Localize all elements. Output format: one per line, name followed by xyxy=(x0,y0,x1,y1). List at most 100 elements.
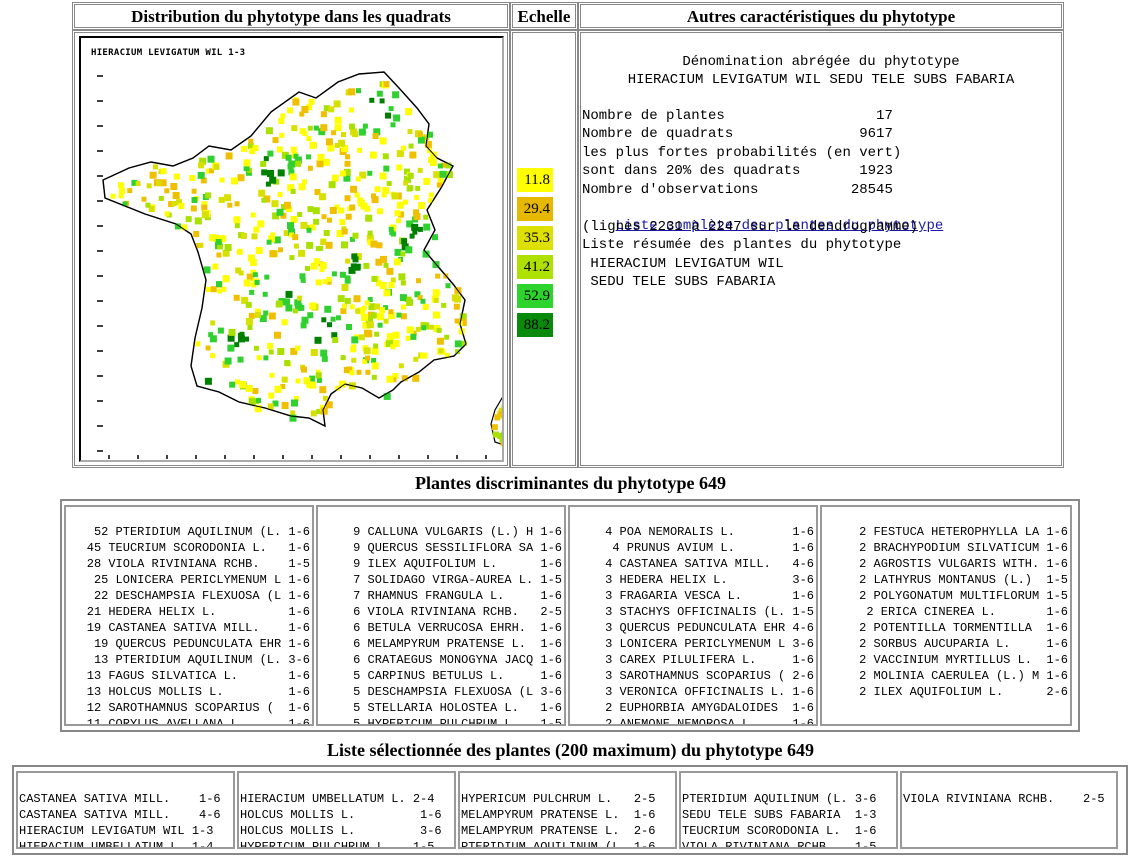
scale-cell: 11.8 29.4 35.3 41.2 52.9 88.2 xyxy=(510,30,578,468)
plant-entry: 2 FESTUCA HETEROPHYLLA LA 1-6 xyxy=(859,525,1068,539)
characteristics-header: Autres caractéristiques du phytotype xyxy=(578,2,1064,30)
plant-entry: 2 EUPHORBIA AMYGDALOIDES 1-6 xyxy=(605,701,814,715)
plant-entry: 9 QUERCUS SESSILIFLORA SA 1-6 xyxy=(353,541,562,555)
scale-title: Echelle xyxy=(517,7,571,26)
selected-table: CASTANEA SATIVA MILL. 1-6 CASTANEA SATIVA… xyxy=(12,765,1128,855)
stat-line: sont dans 20% des quadrats 1923 xyxy=(582,163,893,180)
plant-entry: 2 POTENTILLA TORMENTILLA 1-6 xyxy=(859,621,1068,635)
plant-entry: VIOLA RIVINIANA RCHB. 2-5 xyxy=(903,792,1105,806)
scale-value-4: 41.2 xyxy=(517,255,553,279)
plant-entry: 3 HEDERA HELIX L. 3-6 xyxy=(605,573,814,587)
plant-entry: 3 STACHYS OFFICINALIS (L. 1-5 xyxy=(605,605,814,619)
summary-line-2: SEDU TELE SUBS FABARIA xyxy=(582,274,776,290)
plant-column-1: CASTANEA SATIVA MILL. 1-6 CASTANEA SATIVA… xyxy=(16,771,235,849)
plant-entry: HYPERICUM PULCHRUM L. 1-5 xyxy=(240,840,435,849)
plant-entry: 2 ERICA CINEREA L. 1-6 xyxy=(866,605,1068,619)
plant-entry: 2 ILEX AQUIFOLIUM L. 2-6 xyxy=(859,685,1068,699)
distribution-title: Distribution du phytotype dans les quadr… xyxy=(131,7,451,26)
plant-entry: 19 QUERCUS PEDUNCULATA EHR 1-6 xyxy=(93,637,310,651)
plant-entry: HYPERICUM PULCHRUM L. 2-5 xyxy=(461,792,656,806)
plant-entry: 4 PRUNUS AVIUM L. 1-6 xyxy=(612,541,814,555)
plant-entry: 6 CRATAEGUS MONOGYNA JACQ 1-6 xyxy=(353,653,562,667)
plant-entry: 3 LONICERA PERICLYMENUM L 3-6 xyxy=(605,637,814,651)
characteristics-title: Autres caractéristiques du phytotype xyxy=(686,7,956,26)
discriminant-table: 52 PTERIDIUM AQUILINUM (L. 1-6 45 TEUCRIU… xyxy=(60,499,1080,732)
scale-value-1: 11.8 xyxy=(517,168,553,192)
plant-entry: 5 HYPERICUM PULCHRUM L. 1-5 xyxy=(353,717,562,726)
scale-header: Echelle xyxy=(510,2,578,30)
plant-entry: 28 VIOLA RIVINIANA RCHB. 1-5 xyxy=(86,557,310,571)
plant-entry: 6 BETULA VERRUCOSA EHRH. 1-6 xyxy=(353,621,562,635)
plant-entry: 5 STELLARIA HOLOSTEA L. 1-6 xyxy=(353,701,562,715)
plant-column-5: VIOLA RIVINIANA RCHB. 2-5 xyxy=(900,771,1118,849)
scale-value-3: 35.3 xyxy=(517,226,553,250)
plant-entry: 6 MELAMPYRUM PRATENSE L. 1-6 xyxy=(353,637,562,651)
plant-entry: PTERIDIUM AQUILINUM (L. 3-6 xyxy=(682,792,877,806)
selected-title: Liste sélectionnée des plantes (200 maxi… xyxy=(327,740,814,760)
stats-block: Nombre de plantes 17 Nombre de quadrats 9… xyxy=(582,107,901,199)
plant-entry: 21 HEDERA HELIX L. 1-6 xyxy=(86,605,310,619)
stat-line: Nombre de plantes 17 xyxy=(582,108,893,124)
plant-entry: 2 POLYGONATUM MULTIFLORUM 1-5 xyxy=(859,589,1068,603)
stat-line: Nombre d'observations 28545 xyxy=(582,181,893,198)
plant-column-4: PTERIDIUM AQUILINUM (L. 3-6 SEDU TELE SUB… xyxy=(679,771,898,849)
plant-entry: PTERIDIUM AQUILINUM (L. 1-6 xyxy=(461,840,656,849)
map-dots xyxy=(110,81,502,446)
plant-entry: 2 LATHYRUS MONTANUS (L.) 1-5 xyxy=(859,573,1068,587)
plant-entry: 52 PTERIDIUM AQUILINUM (L. 1-6 xyxy=(93,525,310,539)
plant-entry: 7 SOLIDAGO VIRGA-AUREA L. 1-5 xyxy=(353,573,562,587)
plant-entry: SEDU TELE SUBS FABARIA 1-3 xyxy=(682,808,877,822)
plant-entry: 3 QUERCUS PEDUNCULATA EHR 4-6 xyxy=(605,621,814,635)
plant-entry: 2 AGROSTIS VULGARIS WITH. 1-6 xyxy=(859,557,1068,571)
plant-entry: 5 CARPINUS BETULUS L. 1-6 xyxy=(353,669,562,683)
plant-entry: TEUCRIUM SCORODONIA L. 1-6 xyxy=(682,824,877,838)
plant-entry: 11 CORYLUS AVELLANA L. 1-6 xyxy=(86,717,310,726)
plant-entry: 3 SAROTHAMNUS SCOPARIUS ( 2-6 xyxy=(605,669,814,683)
abbrev-name: HIERACIUM LEVIGATUM WIL SEDU TELE SUBS F… xyxy=(627,72,1015,88)
plant-column-1: 52 PTERIDIUM AQUILINUM (L. 1-6 45 TEUCRIU… xyxy=(64,505,314,726)
plant-entry: 2 BRACHYPODIUM SILVATICUM 1-6 xyxy=(859,541,1068,555)
plant-entry: 13 HOLCUS MOLLIS L. 1-6 xyxy=(86,685,310,699)
plant-entry: MELAMPYRUM PRATENSE L. 1-6 xyxy=(461,808,656,822)
plant-entry: CASTANEA SATIVA MILL. 1-6 xyxy=(19,792,221,806)
plant-entry: 13 PTERIDIUM AQUILINUM (L. 3-6 xyxy=(93,653,310,667)
stat-line: Nombre de quadrats 9617 xyxy=(582,126,893,143)
plant-entry: 9 ILEX AQUIFOLIUM L. 1-6 xyxy=(353,557,562,571)
discriminant-title: Plantes discriminantes du phytotype 649 xyxy=(414,473,727,493)
characteristics-cell: Dénomination abrégée du phytotype HIERAC… xyxy=(578,30,1064,468)
scale-value-6: 88.2 xyxy=(517,313,553,337)
plant-entry: HOLCUS MOLLIS L. 3-6 xyxy=(240,824,442,838)
plant-entry: HIERACIUM UMBELLATUM L. 1-4 xyxy=(19,840,214,849)
plant-entry: 5 DESCHAMPSIA FLEXUOSA (L 3-6 xyxy=(353,685,562,699)
plant-entry: 2 SORBUS AUCUPARIA L. 1-6 xyxy=(859,637,1068,651)
summary-label: Liste résumée des plantes du phytotype xyxy=(582,237,902,253)
lines-note: (lignes 2231 à 2247 sur le dendrogramme) xyxy=(582,219,919,235)
distribution-header: Distribution du phytotype dans les quadr… xyxy=(72,2,510,30)
plant-entry: 25 LONICERA PERICLYMENUM L 1-6 xyxy=(93,573,310,587)
plant-entry: CASTANEA SATIVA MILL. 4-6 xyxy=(19,808,221,822)
france-map-graphic xyxy=(97,71,502,459)
plant-column-2: HIERACIUM UMBELLATUM L. 2-4 HOLCUS MOLLIS… xyxy=(237,771,456,849)
plant-entry: 19 CASTANEA SATIVA MILL. 1-6 xyxy=(86,621,310,635)
plant-entry: MELAMPYRUM PRATENSE L. 2-6 xyxy=(461,824,656,838)
plant-entry: 13 FAGUS SILVATICA L. 1-6 xyxy=(86,669,310,683)
stat-line: les plus fortes probabilités (en vert) xyxy=(582,144,902,161)
scale-value-5: 52.9 xyxy=(517,284,553,308)
plant-entry: 9 CALLUNA VULGARIS (L.) H 1-6 xyxy=(353,525,562,539)
distribution-map: HIERACIUM LEVIGATUM WIL 1-3 xyxy=(79,36,504,462)
plant-entry: 45 TEUCRIUM SCORODONIA L. 1-6 xyxy=(86,541,310,555)
plant-entry: 6 VIOLA RIVINIANA RCHB. 2-5 xyxy=(353,605,562,619)
plant-entry: 7 RHAMNUS FRANGULA L. 1-6 xyxy=(353,589,562,603)
map-cell: HIERACIUM LEVIGATUM WIL 1-3 xyxy=(72,30,510,468)
summary-line-1: HIERACIUM LEVIGATUM WIL xyxy=(582,256,784,272)
scale-list: 11.8 29.4 35.3 41.2 52.9 88.2 xyxy=(517,168,553,342)
plant-entry: 4 CASTANEA SATIVA MILL. 4-6 xyxy=(605,557,814,571)
plant-column-3: 4 POA NEMORALIS L. 1-6 4 PRUNUS AVIUM L. … xyxy=(568,505,818,726)
plant-entry: 2 VACCINIUM MYRTILLUS L. 1-6 xyxy=(859,653,1068,667)
plant-entry: HIERACIUM LEVIGATUM WIL 1-3 xyxy=(19,824,214,838)
plant-entry: HOLCUS MOLLIS L. 1-6 xyxy=(240,808,442,822)
plant-entry: 3 FRAGARIA VESCA L. 1-6 xyxy=(605,589,814,603)
plant-entry: 3 CAREX PILULIFERA L. 1-6 xyxy=(605,653,814,667)
abbrev-label: Dénomination abrégée du phytotype xyxy=(682,54,960,70)
plant-column-2: 9 CALLUNA VULGARIS (L.) H 1-6 9 QUERCUS S… xyxy=(316,505,566,726)
